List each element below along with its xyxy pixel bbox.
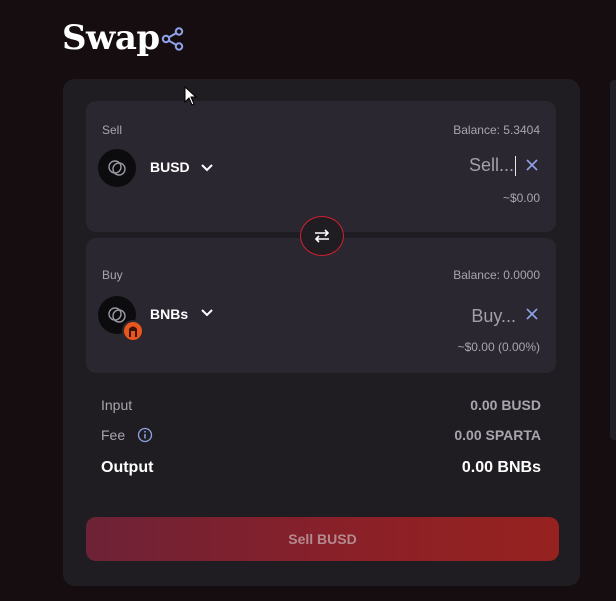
buy-label: Buy <box>102 268 123 282</box>
sell-balance: Balance: 5.3404 <box>453 123 540 137</box>
adjacent-panel-edge <box>610 80 616 440</box>
buy-balance: Balance: 0.0000 <box>453 268 540 282</box>
input-value: 0.00 BUSD <box>470 397 541 413</box>
text-caret <box>515 156 516 177</box>
swap-arrows-icon <box>314 229 330 243</box>
bnbs-token-icon[interactable] <box>98 296 144 342</box>
sell-amount-input[interactable]: Sell... <box>468 155 516 177</box>
buy-panel: Buy Balance: 0.0000 BNBs Buy... ~$0.00 (… <box>86 238 556 373</box>
sell-label: Sell <box>102 123 123 137</box>
fee-label-group: Fee <box>101 427 153 443</box>
input-label: Input <box>101 397 133 413</box>
output-row: Output 0.00 BNBs <box>101 459 541 477</box>
share-icon[interactable] <box>160 26 186 52</box>
output-value: 0.00 BNBs <box>461 459 541 476</box>
buy-amount-placeholder: Buy... <box>471 306 516 326</box>
fee-value: 0.00 SPARTA <box>454 427 541 443</box>
fee-label: Fee <box>101 427 126 443</box>
busd-token-icon[interactable] <box>98 149 136 187</box>
input-row: Input 0.00 BUSD <box>101 397 541 413</box>
buy-amount-input[interactable]: Buy... <box>471 306 516 327</box>
fee-row: Fee 0.00 SPARTA <box>101 427 541 443</box>
sell-usd-value: ~$0.00 <box>502 191 540 205</box>
sparta-helmet-icon <box>122 320 144 342</box>
buy-usd-value: ~$0.00 (0.00%) <box>457 340 540 354</box>
info-icon[interactable] <box>137 427 153 443</box>
sell-panel: Sell Balance: 5.3404 BUSD Sell... ~$0.00 <box>86 101 556 232</box>
mouse-cursor-icon <box>184 86 198 106</box>
swap-direction-button[interactable] <box>300 216 344 256</box>
swap-card: Sell Balance: 5.3404 BUSD Sell... ~$0.00… <box>63 79 580 586</box>
chevron-down-icon[interactable] <box>200 306 214 320</box>
sell-button[interactable]: Sell BUSD <box>86 517 559 561</box>
page-title: Swap <box>62 18 160 58</box>
sell-amount-placeholder: Sell... <box>468 155 514 175</box>
buy-token-name[interactable]: BNBs <box>150 306 188 322</box>
chevron-down-icon[interactable] <box>200 161 214 175</box>
close-icon[interactable] <box>524 157 540 173</box>
token-placeholder-icon <box>108 160 126 176</box>
close-icon[interactable] <box>524 306 540 322</box>
output-label: Output <box>101 459 154 476</box>
sell-token-name[interactable]: BUSD <box>150 159 190 175</box>
